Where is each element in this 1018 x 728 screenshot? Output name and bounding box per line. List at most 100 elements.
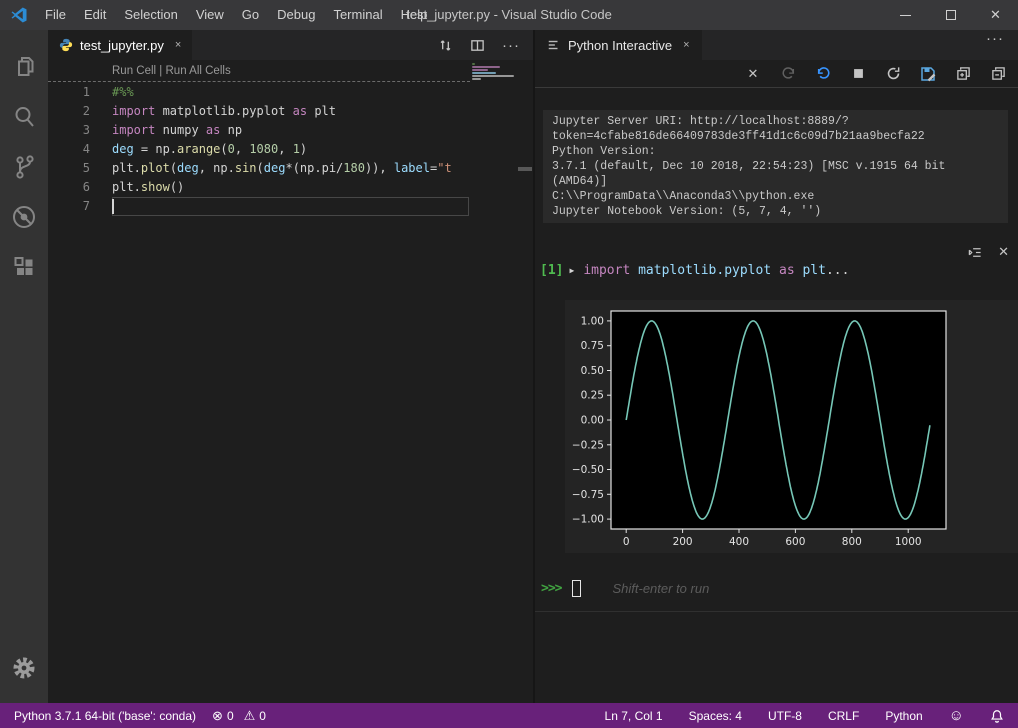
maximize-button[interactable] xyxy=(928,0,973,30)
code-line[interactable]: 3 import numpy as np xyxy=(48,121,470,140)
activity-bar xyxy=(0,30,48,703)
status-bar: Python 3.7.1 64-bit ('base': conda) ⊗ 0 ⚠… xyxy=(0,703,1018,728)
code-line[interactable]: 4 deg = np.arange(0, 1080, 1) xyxy=(48,140,470,159)
server-info-line: token=4cfabe816de66409783de3ff41d1c6c09d… xyxy=(552,130,925,143)
panel-more-actions-icon[interactable]: ··· xyxy=(986,30,1018,60)
svg-text:−1.00: −1.00 xyxy=(572,514,604,526)
export-notebook-icon[interactable] xyxy=(920,66,936,82)
notifications-bell-icon[interactable] xyxy=(986,709,1008,723)
cell-actions: ✕ xyxy=(967,244,1009,260)
collapse-all-cells-icon[interactable] xyxy=(990,66,1006,82)
matplotlib-figure: 0 200 400 600 800 1000 1.00 0.75 0.50 0.25 0.00 −0.… xyxy=(565,300,1018,553)
goto-cell-icon[interactable] xyxy=(967,245,983,260)
server-info-line: Jupyter Notebook Version: (5, 7, 4, '') xyxy=(552,205,822,218)
menu-go[interactable]: Go xyxy=(233,0,268,30)
python-file-icon xyxy=(59,38,73,52)
title-bar: File Edit Selection View Go Debug Terminal Help… xyxy=(0,0,1018,30)
vscode-logo-icon xyxy=(11,7,27,23)
svg-text:0.00: 0.00 xyxy=(581,415,604,427)
interactive-cell[interactable]: [1] ▶ import matplotlib.pyplot as plt... xyxy=(540,263,849,278)
cell-separator-line xyxy=(48,81,470,82)
editor-group: test_jupyter.py × ··· Run Cell | Run All… xyxy=(48,30,533,703)
menu-view[interactable]: View xyxy=(187,0,233,30)
code-line[interactable]: 5 plt.plot(deg, np.sin(deg*(np.pi/180)), … xyxy=(48,159,470,178)
menu-bar: File Edit Selection View Go Debug Terminal Help xyxy=(36,0,436,30)
server-info-line: Jupyter Server URI: http://localhost:888… xyxy=(552,115,849,128)
code-line[interactable]: 6 plt.show() xyxy=(48,178,470,197)
expand-all-cells-icon[interactable] xyxy=(955,66,971,82)
scrollbar-marker[interactable] xyxy=(518,167,532,171)
debug-icon[interactable] xyxy=(0,192,48,242)
cell-expander-icon[interactable]: ▶ xyxy=(569,266,574,275)
status-bar-right: Ln 7, Col 1 Spaces: 4 UTF-8 CRLF Python … xyxy=(601,707,1008,724)
menu-debug[interactable]: Debug xyxy=(268,0,324,30)
problems-status[interactable]: ⊗ 0 ⚠ 0 xyxy=(208,708,270,724)
window-title: test_jupyter.py - Visual Studio Code xyxy=(406,7,612,22)
extensions-icon[interactable] xyxy=(0,242,48,292)
menu-file[interactable]: File xyxy=(36,0,75,30)
encoding-status[interactable]: UTF-8 xyxy=(764,709,806,723)
vscode-window: File Edit Selection View Go Debug Terminal Help… xyxy=(0,0,1018,728)
svg-text:0.50: 0.50 xyxy=(581,365,604,377)
minimize-button[interactable] xyxy=(883,0,928,30)
menu-selection[interactable]: Selection xyxy=(115,0,186,30)
svg-text:600: 600 xyxy=(785,536,805,548)
panel-tab-label: Python Interactive xyxy=(568,37,673,53)
svg-text:−0.25: −0.25 xyxy=(572,439,604,451)
menu-edit[interactable]: Edit xyxy=(75,0,115,30)
code-line[interactable]: 1 #%% xyxy=(48,83,470,102)
codelens: Run Cell | Run All Cells xyxy=(112,65,231,77)
cell-code: import matplotlib.pyplot as plt... xyxy=(583,263,850,278)
svg-text:400: 400 xyxy=(729,536,749,548)
tab-test-jupyter[interactable]: test_jupyter.py × xyxy=(48,30,193,60)
redo-icon[interactable] xyxy=(780,66,796,82)
tab-close-icon[interactable]: × xyxy=(175,39,181,51)
svg-text:0.25: 0.25 xyxy=(581,390,604,402)
search-icon[interactable] xyxy=(0,92,48,142)
panel-tab-close-icon[interactable]: × xyxy=(683,39,689,51)
svg-text:1.00: 1.00 xyxy=(581,315,604,327)
settings-gear-icon[interactable] xyxy=(0,643,48,693)
menu-terminal[interactable]: Terminal xyxy=(324,0,391,30)
python-interpreter-status[interactable]: Python 3.7.1 64-bit ('base': conda) xyxy=(10,709,200,723)
jupyter-server-info: Jupyter Server URI: http://localhost:888… xyxy=(543,110,1008,223)
restart-kernel-icon[interactable] xyxy=(885,66,901,82)
code-editor[interactable]: Run Cell | Run All Cells 1 #%% 2 import mat… xyxy=(48,60,533,703)
run-cell-link[interactable]: Run Cell xyxy=(112,65,156,77)
explorer-icon[interactable] xyxy=(0,42,48,92)
hide-cell-icon[interactable]: ✕ xyxy=(998,244,1009,260)
repl-prompt: >>> xyxy=(541,580,563,596)
feedback-smiley-icon[interactable]: ☺ xyxy=(945,707,968,724)
tab-label: test_jupyter.py xyxy=(80,37,164,53)
interactive-input[interactable] xyxy=(581,577,1011,599)
source-control-icon[interactable] xyxy=(0,142,48,192)
close-window-button[interactable]: ✕ xyxy=(973,0,1018,30)
eol-status[interactable]: CRLF xyxy=(824,709,863,723)
tab-python-interactive[interactable]: Python Interactive × xyxy=(535,30,702,60)
cursor-position-status[interactable]: Ln 7, Col 1 xyxy=(601,709,667,723)
interactive-toolbar: ✕ xyxy=(535,60,1018,88)
language-mode-status[interactable]: Python xyxy=(881,709,926,723)
editor-tab-strip: test_jupyter.py × ··· xyxy=(48,30,533,60)
clear-cells-icon[interactable]: ✕ xyxy=(745,66,761,82)
panel-tab-strip: Python Interactive × ··· xyxy=(535,30,1018,60)
interrupt-kernel-icon[interactable] xyxy=(850,66,866,82)
svg-text:0: 0 xyxy=(623,536,630,548)
more-actions-icon[interactable]: ··· xyxy=(502,37,520,54)
editor-caret xyxy=(112,199,114,214)
python-interactive-panel: Python Interactive × ··· ✕ Jupyter Serve… xyxy=(535,30,1018,703)
interactive-window-icon xyxy=(548,40,558,50)
server-info-line: (AMD64)] xyxy=(552,175,608,188)
code-line[interactable]: 2 import matplotlib.pyplot as plt xyxy=(48,102,470,121)
undo-icon[interactable] xyxy=(815,66,831,82)
sine-plot-svg: 0 200 400 600 800 1000 1.00 0.75 0.50 0.25 0.00 −0.… xyxy=(565,300,1018,553)
split-editor-icon[interactable] xyxy=(470,38,485,53)
minimap[interactable] xyxy=(472,63,516,84)
run-all-cells-link[interactable]: Run All Cells xyxy=(166,65,231,77)
indentation-status[interactable]: Spaces: 4 xyxy=(685,709,746,723)
input-separator xyxy=(535,611,1018,612)
server-info-line: C:\\ProgramData\\Anaconda3\\python.exe xyxy=(552,190,815,203)
window-controls: ✕ xyxy=(883,0,1018,30)
server-info-line: 3.7.1 (default, Dec 10 2018, 22:54:23) [… xyxy=(552,160,946,173)
synchronize-changes-icon[interactable] xyxy=(438,38,453,53)
